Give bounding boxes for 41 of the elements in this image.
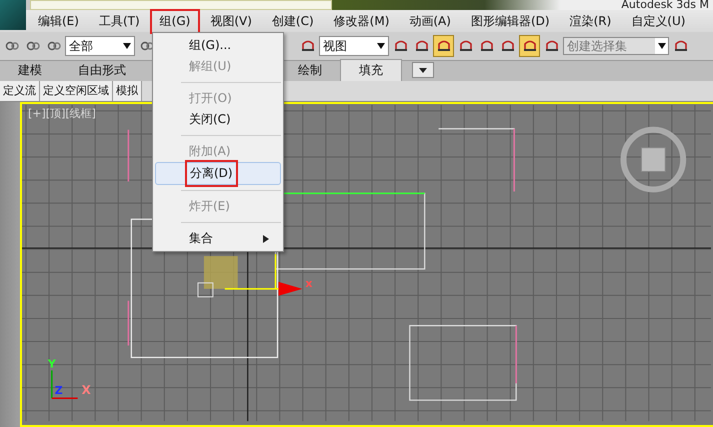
menu-item[interactable]: 视图(V) — [202, 10, 260, 32]
menu-item[interactable]: 集合 — [155, 228, 281, 249]
axis-label: x — [305, 276, 312, 290]
axis-label: Y — [48, 357, 56, 370]
ribbon-tab[interactable]: 填充 — [340, 59, 402, 81]
caret-icon — [377, 43, 385, 49]
menu-item[interactable]: 创建(C) — [264, 10, 322, 32]
toolbar-icon[interactable] — [433, 35, 454, 57]
dropdown[interactable]: 全部 — [65, 36, 135, 56]
ribbon-tab[interactable]: 自由形式 — [60, 60, 144, 81]
shape-line — [128, 300, 130, 346]
ribbon-options-button[interactable] — [412, 62, 434, 78]
ribbon-tab[interactable]: 建模 — [0, 60, 60, 81]
shape-line — [128, 130, 130, 182]
menu-item[interactable]: 修改器(M) — [326, 10, 398, 32]
toolbar-icon[interactable] — [519, 35, 540, 57]
axis-label: X — [82, 383, 91, 398]
menu-item[interactable]: 组(G) — [152, 10, 198, 32]
ribbon-tab[interactable]: 绘制 — [280, 60, 340, 81]
menu-item[interactable]: 图形编辑器(D) — [462, 10, 558, 32]
menu-item[interactable]: 编辑(E) — [30, 10, 87, 32]
menu-item[interactable]: 渲染(R) — [562, 10, 620, 32]
sub-tab[interactable]: 定义空闲区域 — [40, 81, 113, 101]
menu-item[interactable]: 关闭(C) — [155, 109, 281, 130]
menu-item[interactable]: 自定义(U) — [623, 10, 694, 32]
axis-triad-icon — [51, 370, 78, 399]
caret-icon — [123, 43, 131, 49]
menu-item[interactable]: 组(G)... — [155, 35, 281, 56]
sub-tab[interactable]: 模拟 — [113, 81, 142, 101]
caret-icon — [418, 66, 428, 74]
shape-line — [513, 128, 515, 192]
menu-item[interactable]: 动画(A) — [401, 10, 459, 32]
window-title: Autodesk 3ds M — [621, 0, 710, 10]
dropdown[interactable]: 视图 — [319, 36, 389, 56]
viewcube-icon[interactable] — [620, 126, 686, 192]
axis-label: Z — [54, 384, 63, 398]
menu-item[interactable]: 工具(T) — [90, 10, 148, 32]
move-gizmo-drawing[interactable] — [197, 254, 302, 298]
sub-tab[interactable]: 定义流 — [0, 81, 40, 101]
shape-line — [515, 326, 517, 384]
menu-item[interactable]: 分离(D) — [155, 162, 281, 185]
